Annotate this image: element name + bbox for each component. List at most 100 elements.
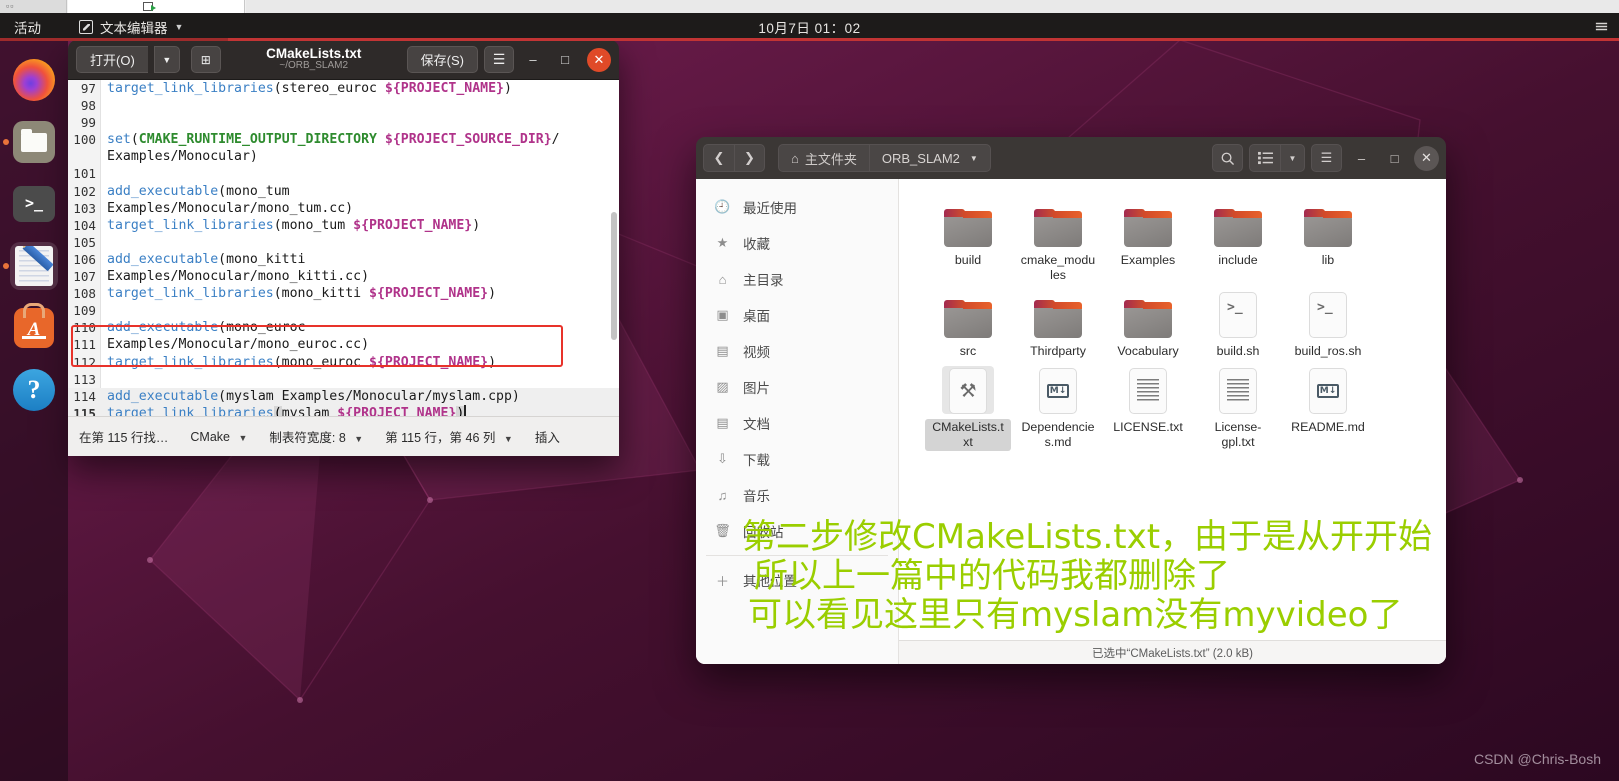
dock-item-help[interactable]: ?	[10, 366, 58, 414]
sidebar-item-3[interactable]: ▣ 桌面	[696, 297, 898, 333]
file-item[interactable]: Thirdparty	[1013, 284, 1103, 360]
system-tray[interactable]	[1594, 19, 1609, 34]
open-button[interactable]: 打开(O)	[76, 46, 148, 73]
hamburger-menu-icon[interactable]: ☰	[1311, 144, 1342, 172]
cursor-position[interactable]: 第 115 行，第 46 列 ▼	[374, 427, 524, 446]
home-icon: ⌂	[718, 271, 727, 287]
file-item[interactable]: ⚒ CMakeLists.txt	[923, 360, 1013, 451]
dock-item-ubuntu-software[interactable]: A	[10, 304, 58, 352]
code-text-area[interactable]: 97 target_link_libraries(stereo_euroc ${P…	[68, 80, 619, 416]
file-item[interactable]: M↓ Dependencies.md	[1013, 360, 1103, 451]
line-number: 110	[73, 320, 96, 336]
dock-item-terminal[interactable]: >_	[10, 180, 58, 228]
file-item[interactable]: build	[923, 193, 1013, 284]
file-item-label: README.md	[1291, 420, 1365, 434]
file-item-label: cmake_modules	[1020, 253, 1096, 282]
sidebar-item-label: 桌面	[743, 309, 770, 324]
sidebar-item-8[interactable]: ♫ 音乐	[696, 477, 898, 513]
file-item[interactable]: cmake_modules	[1013, 193, 1103, 284]
sidebar-item-0[interactable]: 🕘 最近使用	[696, 189, 898, 225]
close-button[interactable]: ✕	[587, 47, 611, 72]
file-item-label: Vocabulary	[1117, 344, 1179, 358]
text-cursor	[464, 404, 466, 416]
file-grid-area[interactable]: build cmake_modules Examples include lib src T…	[899, 179, 1446, 664]
folder-icon	[942, 199, 994, 247]
sidebar-item-1[interactable]: ★ 收藏	[696, 225, 898, 261]
list-view-icon[interactable]	[1249, 144, 1280, 172]
file-manager-sidebar: 🕘 最近使用 ★ 收藏 ⌂ 主目录 ▣ 桌面 ▤ 视频 ▨ 图片 ▤ 文档 ⇩ 下载 ♫ 音乐 🗑 回收站 ＋ 其他位置	[696, 179, 899, 664]
file-item[interactable]: LICENSE.txt	[1103, 360, 1193, 451]
code-line: 115 target_link_libraries(myslam ${PROJEC…	[68, 404, 619, 416]
chevron-down-icon: ▼	[503, 434, 513, 444]
sidebar-item-other-0[interactable]: ＋ 其他位置	[696, 562, 898, 598]
find-status: 在第 115 行找…	[79, 431, 169, 445]
back-button[interactable]: ❮	[703, 144, 734, 172]
code-line-text: target_link_libraries(myslam ${PROJECT_N…	[101, 404, 466, 416]
tabstrip-active-tab[interactable]	[68, 0, 245, 13]
dock-item-files[interactable]	[3, 118, 58, 166]
maximize-button[interactable]: □	[552, 47, 578, 73]
sidebar-item-4[interactable]: ▤ 视频	[696, 333, 898, 369]
file-item[interactable]: lib	[1283, 193, 1373, 284]
line-number: 106	[73, 251, 96, 267]
new-tab-icon[interactable]: ⊞	[190, 46, 221, 73]
text-editor-content[interactable]: 97 target_link_libraries(stereo_euroc ${P…	[68, 80, 619, 416]
sidebar-item-5[interactable]: ▨ 图片	[696, 369, 898, 405]
code-line: 108 target_link_libraries(mono_kitti ${PR…	[68, 285, 619, 302]
file-item[interactable]: include	[1193, 193, 1283, 284]
dock-item-text-editor[interactable]	[3, 242, 58, 290]
code-line: 113	[68, 371, 619, 388]
active-app-menu[interactable]: 文本编辑器 ▼	[79, 17, 183, 37]
file-manager-window: ❮ ❯ ⌂ 主文件夹 ORB_SLAM2 ▼ ▼ ☰ – □ ✕ 🕘 最近使用 …	[696, 137, 1446, 664]
file-item-label: CMakeLists.txt	[925, 419, 1011, 451]
system-menu-icon[interactable]	[1594, 19, 1609, 34]
code-line-text: target_link_libraries(mono_kitti ${PROJE…	[107, 286, 497, 302]
text-editor-icon	[15, 246, 53, 286]
sidebar-item-2[interactable]: ⌂ 主目录	[696, 261, 898, 297]
sidebar-item-label: 下载	[743, 453, 770, 468]
navigation-buttons: ❮ ❯	[703, 144, 765, 172]
save-button[interactable]: 保存(S)	[406, 46, 478, 73]
code-line: 107 Examples/Monocular/mono_kitti.cc)	[68, 268, 619, 285]
line-number: 111	[73, 337, 96, 353]
file-item[interactable]: Examples	[1103, 193, 1193, 284]
markdown-file-icon: M↓	[1302, 366, 1354, 414]
breadcrumb-current[interactable]: ORB_SLAM2 ▼	[868, 144, 991, 172]
minimize-button[interactable]: –	[520, 47, 546, 73]
file-item[interactable]: >_ build_ros.sh	[1283, 284, 1373, 360]
activities-button[interactable]: 活动	[14, 17, 41, 37]
clock[interactable]: 10月7日 01：02	[758, 17, 860, 37]
file-item[interactable]: License-gpl.txt	[1193, 360, 1283, 451]
vertical-scrollbar[interactable]	[611, 212, 617, 340]
tab-width-selector[interactable]: 制表符宽度: 8 ▼	[258, 427, 374, 446]
file-manager-body: 🕘 最近使用 ★ 收藏 ⌂ 主目录 ▣ 桌面 ▤ 视频 ▨ 图片 ▤ 文档 ⇩ 下载 ♫ 音乐 🗑 回收站＋其他位置 …	[696, 179, 1446, 664]
language-selector[interactable]: CMake ▼	[179, 430, 258, 444]
view-options-chevron-down-icon[interactable]: ▼	[1280, 144, 1305, 172]
insert-mode[interactable]: 插入	[524, 427, 571, 446]
close-button[interactable]: ✕	[1414, 145, 1439, 171]
file-item[interactable]: >_ build.sh	[1193, 284, 1283, 360]
file-item[interactable]: src	[923, 284, 1013, 360]
sidebar-item-6[interactable]: ▤ 文档	[696, 405, 898, 441]
trash-icon: 🗑	[714, 523, 731, 538]
breadcrumb-home[interactable]: ⌂ 主文件夹	[778, 144, 869, 172]
sidebar-item-label: 收藏	[743, 237, 770, 252]
hamburger-menu-icon[interactable]: ☰	[484, 46, 514, 73]
maximize-button[interactable]: □	[1381, 145, 1408, 172]
search-icon[interactable]	[1212, 144, 1243, 172]
shell-script-icon: >_	[1302, 290, 1354, 338]
dock-item-firefox[interactable]	[10, 56, 58, 104]
code-line-text: Examples/Monocular/mono_tum.cc)	[107, 200, 354, 216]
minimize-button[interactable]: –	[1348, 145, 1375, 172]
file-item[interactable]: Vocabulary	[1103, 284, 1193, 360]
open-dropdown-button[interactable]: ▼	[153, 46, 180, 73]
forward-button[interactable]: ❯	[734, 144, 765, 172]
file-item-label: Thirdparty	[1030, 344, 1086, 358]
line-number: 101	[73, 166, 96, 182]
file-item-label: License-gpl.txt	[1214, 420, 1262, 449]
text-editor-titlebar: 打开(O) ▼ ⊞ CMakeLists.txt ~/ORB_SLAM2 保存(…	[68, 40, 619, 80]
sidebar-item-9[interactable]: 🗑 回收站	[696, 513, 898, 549]
chevron-down-icon: ▼	[354, 434, 364, 444]
file-item[interactable]: M↓ README.md	[1283, 360, 1373, 451]
sidebar-item-7[interactable]: ⇩ 下载	[696, 441, 898, 477]
